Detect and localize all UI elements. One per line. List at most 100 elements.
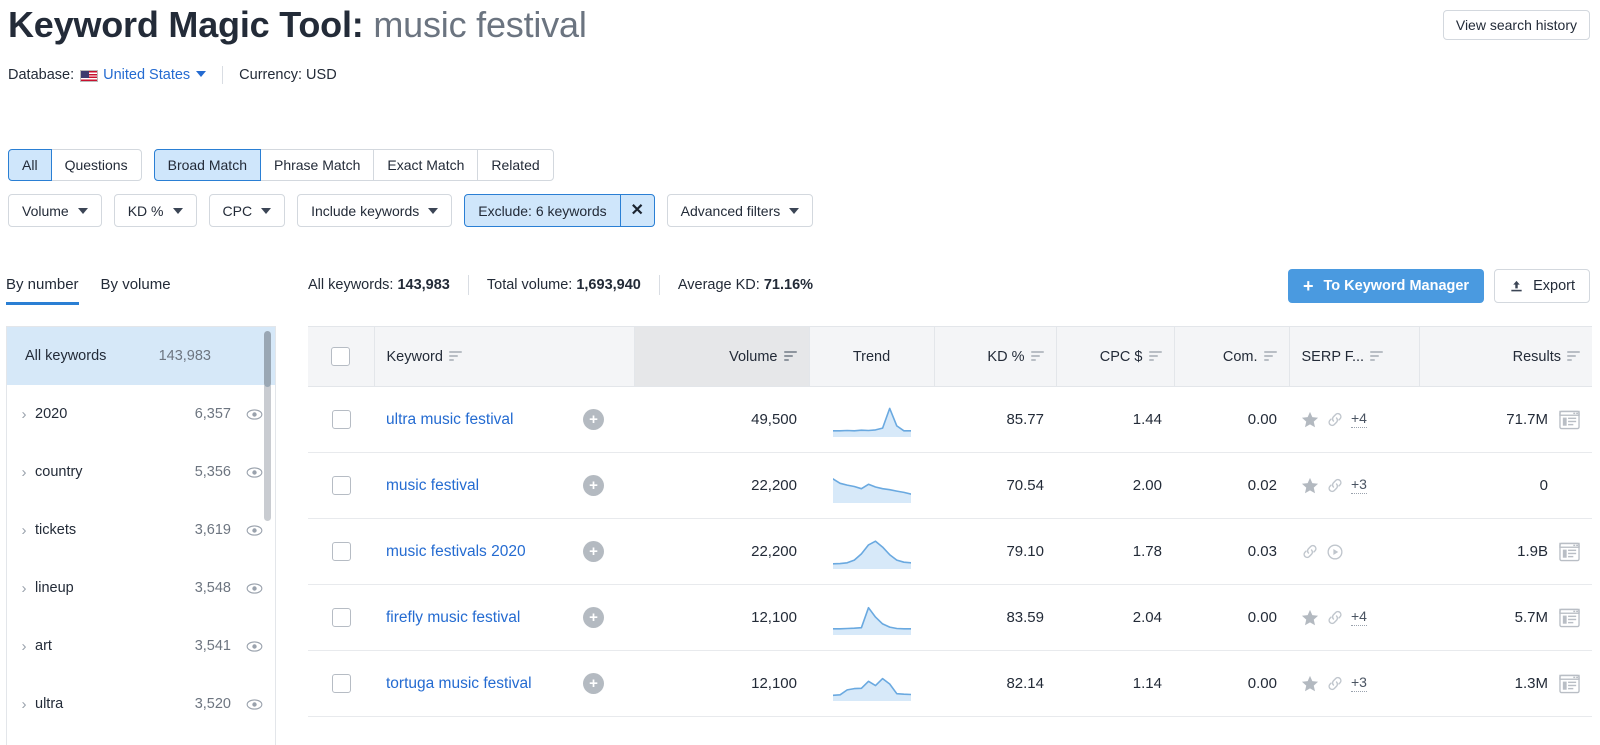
serp-features-more[interactable]: +4	[1351, 609, 1367, 625]
sidebar-item-tickets[interactable]: › tickets 3,619	[7, 501, 275, 559]
filter-advanced[interactable]: Advanced filters	[667, 194, 814, 227]
sort-icon[interactable]	[1149, 351, 1162, 362]
sidebar-item-ultra[interactable]: › ultra 3,520	[7, 675, 275, 733]
row-checkbox[interactable]	[332, 410, 351, 429]
video-icon[interactable]	[1326, 543, 1344, 561]
chevron-right-icon[interactable]: ›	[13, 580, 35, 597]
serp-features-more[interactable]: +4	[1351, 411, 1367, 427]
view-search-history-button[interactable]: View search history	[1443, 10, 1590, 40]
row-checkbox[interactable]	[332, 476, 351, 495]
table-row[interactable]: firefly music festival+12,10083.592.040.…	[308, 585, 1592, 651]
add-keyword-icon[interactable]: +	[583, 607, 604, 628]
keyword-link[interactable]: tortuga music festival	[386, 675, 532, 693]
tab-related[interactable]: Related	[477, 149, 553, 181]
serp-features-more[interactable]: +3	[1351, 477, 1367, 493]
link-icon[interactable]	[1326, 675, 1344, 692]
row-checkbox[interactable]	[332, 608, 351, 627]
add-keyword-icon[interactable]: +	[583, 673, 604, 694]
keyword-link[interactable]: ultra music festival	[386, 411, 513, 429]
add-keyword-icon[interactable]: +	[583, 475, 604, 496]
tab-broad-match[interactable]: Broad Match	[154, 149, 261, 181]
star-icon[interactable]	[1301, 609, 1319, 626]
serp-preview-icon[interactable]	[1559, 542, 1580, 562]
filter-volume[interactable]: Volume	[8, 194, 102, 227]
link-icon[interactable]	[1301, 543, 1319, 560]
sort-icon[interactable]	[1370, 351, 1383, 362]
keyword-groups-sidebar[interactable]: All keywords 143,983 › 2020 6,357 › coun…	[6, 326, 276, 745]
to-keyword-manager-button[interactable]: + To Keyword Manager	[1288, 269, 1484, 303]
sort-icon[interactable]	[1567, 351, 1580, 362]
link-icon[interactable]	[1326, 609, 1344, 626]
star-icon[interactable]	[1301, 675, 1319, 692]
database-value: United States	[103, 67, 190, 83]
link-icon[interactable]	[1326, 411, 1344, 428]
sidebar-scrollbar-thumb[interactable]	[264, 331, 271, 387]
tab-phrase-match[interactable]: Phrase Match	[260, 149, 374, 181]
filter-cpc[interactable]: CPC	[209, 194, 286, 227]
table-row[interactable]: tortuga music festival+12,10082.141.140.…	[308, 651, 1592, 717]
column-header-serp-features[interactable]: SERP F...	[1289, 327, 1419, 387]
column-header-kd[interactable]: KD %	[934, 327, 1056, 387]
filter-kd[interactable]: KD %	[114, 194, 197, 227]
sidebar-tab-by-volume[interactable]: By volume	[101, 276, 171, 305]
column-header-competition[interactable]: Com.	[1174, 327, 1289, 387]
average-kd-label: Average KD:	[678, 277, 760, 293]
star-icon[interactable]	[1301, 411, 1319, 428]
clear-exclude-filter-button[interactable]: ✕	[620, 195, 654, 226]
sort-icon[interactable]	[1264, 351, 1277, 362]
sidebar-item-art[interactable]: › art 3,541	[7, 617, 275, 675]
eye-icon[interactable]	[245, 637, 263, 655]
serp-preview-icon[interactable]	[1559, 608, 1580, 628]
sidebar-tab-by-number[interactable]: By number	[6, 276, 79, 305]
tab-exact-match[interactable]: Exact Match	[373, 149, 478, 181]
tab-all[interactable]: All	[8, 149, 52, 181]
chevron-right-icon[interactable]: ›	[13, 638, 35, 655]
serp-preview-icon[interactable]	[1559, 674, 1580, 694]
serp-preview-icon[interactable]	[1559, 410, 1580, 430]
column-header-keyword[interactable]: Keyword	[374, 327, 634, 387]
column-header-cpc[interactable]: CPC $	[1056, 327, 1174, 387]
column-header-trend[interactable]: Trend	[809, 327, 934, 387]
sidebar-item-lineup[interactable]: › lineup 3,548	[7, 559, 275, 617]
chevron-down-icon[interactable]	[196, 71, 206, 77]
chevron-right-icon[interactable]: ›	[13, 696, 35, 713]
star-icon[interactable]	[1301, 477, 1319, 494]
keyword-link[interactable]: music festivals 2020	[386, 543, 526, 561]
table-row[interactable]: ultra music festival+49,50085.771.440.00…	[308, 387, 1592, 453]
row-checkbox[interactable]	[332, 542, 351, 561]
add-keyword-icon[interactable]: +	[583, 541, 604, 562]
sidebar-item-country[interactable]: › country 5,356	[7, 443, 275, 501]
keyword-link[interactable]: firefly music festival	[386, 609, 520, 627]
row-checkbox[interactable]	[332, 674, 351, 693]
eye-icon[interactable]	[245, 695, 263, 713]
sidebar-item-all-keywords[interactable]: All keywords 143,983	[7, 327, 275, 385]
column-header-volume[interactable]: Volume	[634, 327, 809, 387]
filter-include-keywords[interactable]: Include keywords	[297, 194, 452, 227]
eye-icon[interactable]	[245, 463, 263, 481]
link-icon[interactable]	[1326, 477, 1344, 494]
tab-questions[interactable]: Questions	[51, 149, 142, 181]
sidebar-item-2020[interactable]: › 2020 6,357	[7, 385, 275, 443]
column-header-results[interactable]: Results	[1419, 327, 1592, 387]
select-all-checkbox[interactable]	[331, 347, 350, 366]
sort-icon[interactable]	[1031, 351, 1044, 362]
database-label: Database:	[8, 67, 74, 83]
table-row[interactable]: music festivals 2020+22,20079.101.780.03…	[308, 519, 1592, 585]
filter-toolbar: Volume KD % CPC Include keywords Exclude…	[8, 194, 813, 227]
database-selector[interactable]: United States	[103, 67, 190, 83]
chevron-right-icon[interactable]: ›	[13, 406, 35, 423]
add-keyword-icon[interactable]: +	[583, 409, 604, 430]
eye-icon[interactable]	[245, 405, 263, 423]
export-button[interactable]: Export	[1494, 269, 1590, 303]
chevron-right-icon[interactable]: ›	[13, 522, 35, 539]
eye-icon[interactable]	[245, 521, 263, 539]
filter-exclude-keywords[interactable]: Exclude: 6 keywords ✕	[464, 194, 654, 227]
serp-features-more[interactable]: +3	[1351, 675, 1367, 691]
sidebar-scrollbar-track[interactable]	[264, 383, 271, 521]
keyword-link[interactable]: music festival	[386, 477, 479, 495]
chevron-right-icon[interactable]: ›	[13, 464, 35, 481]
sort-icon[interactable]	[449, 351, 462, 362]
table-row[interactable]: music festival+22,20070.542.000.02+30	[308, 453, 1592, 519]
sort-icon-active[interactable]	[784, 351, 797, 362]
eye-icon[interactable]	[245, 579, 263, 597]
